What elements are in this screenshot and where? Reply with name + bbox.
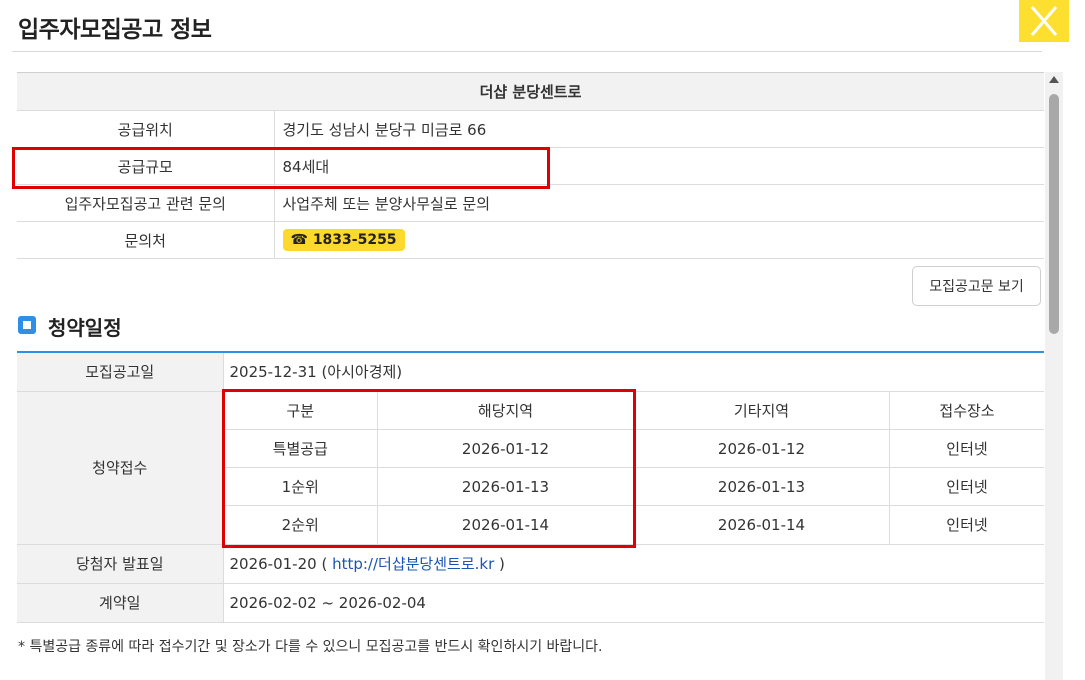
row-label: 청약접수 (17, 391, 224, 545)
table-cell: 특별공급 (223, 429, 378, 468)
table-cell: 1순위 (223, 467, 378, 506)
dialog-header: 입주자모집공고 정보 (0, 0, 1085, 52)
table-row: 2순위 2026-01-14 2026-01-14 인터넷 (223, 505, 1045, 544)
column-header: 구분 (223, 391, 378, 430)
table-cell: 2026-01-12 (633, 429, 890, 468)
column-header: 해당지역 (377, 391, 634, 430)
table-cell: 2026-01-13 (633, 467, 890, 506)
header-divider (12, 51, 1042, 52)
table-row: 계약일 2026-02-02 ~ 2026-02-04 (17, 583, 1044, 623)
column-header: 기타지역 (633, 391, 890, 430)
close-button[interactable] (1019, 0, 1069, 42)
scroll-up-icon[interactable] (1049, 76, 1059, 83)
table-cell: 인터넷 (946, 516, 988, 535)
row-label: 입주자모집공고 관련 문의 (17, 184, 275, 222)
table-cell: 인터넷 (889, 429, 1044, 468)
table-row: 모집공고일 2025-12-31 (아시아경제) (17, 352, 1044, 392)
schedule-table: 모집공고일 2025-12-31 (아시아경제) 청약접수 구분 해당지역 기타… (17, 351, 1044, 623)
row-label: 당첨자 발표일 (17, 544, 224, 584)
winner-date: 2026-01-20 ( (229, 555, 328, 573)
table-cell: 2026-01-12 (377, 429, 634, 468)
table-row: 특별공급 2026-01-12 2026-01-12 인터넷 (223, 429, 1044, 468)
close-icon (1030, 6, 1058, 36)
supply-info-table: 더샵 분당센트로 공급위치 경기도 성남시 분당구 미금로 66 공급규모 84… (17, 72, 1044, 259)
table-row: 당첨자 발표일 2026-01-20 ( http://더샵분당센트로.kr ) (17, 544, 1044, 584)
table-row: 공급규모 84세대 (17, 147, 1044, 185)
column-header: 접수장소 (889, 391, 1044, 430)
row-value: 2025-12-31 (아시아경제) (223, 352, 1044, 392)
table-header-row: 구분 해당지역 기타지역 접수장소 (223, 391, 1044, 430)
row-label: 공급위치 (17, 110, 275, 148)
table-cell: 2026-01-13 (377, 467, 634, 506)
table-cell: 2026-01-14 (377, 505, 634, 544)
row-value: 84세대 (274, 147, 1044, 185)
winner-close-paren: ) (499, 555, 505, 573)
view-notice-button[interactable]: 모집공고문 보기 (912, 266, 1041, 306)
homepage-link[interactable]: http://더샵분당센트로.kr (327, 555, 499, 573)
table-cell: 2순위 (223, 505, 378, 544)
row-value: 경기도 성남시 분당구 미금로 66 (274, 110, 1044, 148)
complex-name: 더샵 분당센트로 (17, 72, 1044, 111)
scrollbar[interactable] (1045, 72, 1063, 680)
table-row: 공급위치 경기도 성남시 분당구 미금로 66 (17, 110, 1044, 148)
square-bullet-icon (18, 316, 36, 334)
row-label: 계약일 (17, 583, 224, 623)
phone-badge[interactable]: ☎ 1833-5255 (282, 229, 405, 251)
section-title-text: 청약일정 (48, 316, 122, 340)
table-cell: 인터넷 (889, 467, 1044, 506)
scroll-thumb[interactable] (1049, 94, 1059, 334)
apply-subtable: 구분 해당지역 기타지역 접수장소 특별공급 2026-01-12 2026-0… (223, 391, 1045, 544)
row-label: 문의처 (17, 221, 275, 259)
row-value: 2026-02-02 ~ 2026-02-04 (223, 583, 1044, 623)
table-row: 문의처 ☎ 1833-5255 (17, 221, 1044, 259)
row-label: 모집공고일 (17, 352, 224, 392)
table-row: 청약접수 구분 해당지역 기타지역 접수장소 특별공급 2026-01-12 2… (17, 391, 1045, 545)
footnote: * 특별공급 종류에 따라 접수기간 및 장소가 다를 수 있으니 모집공고를 … (18, 639, 603, 655)
dialog-title: 입주자모집공고 정보 (18, 17, 212, 43)
table-cell: 2026-01-14 (633, 505, 890, 544)
row-label: 공급규모 (17, 147, 275, 185)
row-value: 사업주체 또는 분양사무실로 문의 (274, 184, 1044, 222)
table-row: 입주자모집공고 관련 문의 사업주체 또는 분양사무실로 문의 (17, 184, 1044, 222)
table-row: 1순위 2026-01-13 2026-01-13 인터넷 (223, 467, 1044, 506)
